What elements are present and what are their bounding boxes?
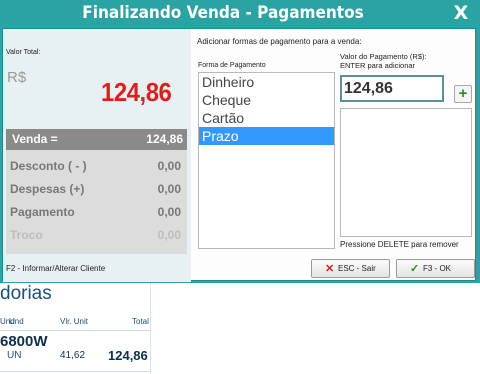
- payment-value-label-line1: Valor do Pagamento (R$):: [340, 52, 427, 61]
- payment-value-input[interactable]: 124,86: [340, 75, 444, 102]
- add-payment-button[interactable]: +: [454, 85, 472, 103]
- expenses-value: 0,00: [157, 182, 181, 196]
- dialog-body: Valor Total: R$ 124,86 Venda = 124,86 De…: [2, 28, 476, 282]
- expenses-row: Despesas (+) 0,00: [10, 182, 184, 196]
- payment-forms-label: Forma de Pagamento: [198, 62, 266, 69]
- item-unit-price: 41,62: [60, 350, 86, 361]
- change-row: Troco 0,00: [10, 228, 184, 242]
- row-divider: [0, 371, 150, 372]
- column-divider: [0, 330, 150, 331]
- discount-row: Desconto ( - ) 0,00: [10, 159, 184, 173]
- payment-row: Pagamento 0,00: [10, 205, 184, 219]
- total-value: 124,86: [101, 77, 172, 107]
- change-label: Troco: [10, 228, 43, 242]
- payment-form-dinheiro[interactable]: Dinheiro: [199, 73, 334, 91]
- background-section-title: dorias: [0, 283, 52, 304]
- esc-exit-label: ESC - Sair: [338, 264, 376, 273]
- payment-value-label: Valor do Pagamento (R$): ENTER para adic…: [340, 52, 427, 70]
- payment-label: Pagamento: [10, 205, 75, 219]
- column-total: Total: [132, 317, 149, 326]
- payments-section-title: Adicionar formas de pagamento para a ven…: [197, 37, 362, 46]
- payment-form-cartao[interactable]: Cartão: [199, 109, 334, 127]
- payment-value-label-line2: ENTER para adicionar: [340, 61, 416, 70]
- sale-row: Venda = 124,86: [6, 129, 187, 150]
- sale-label: Venda =: [12, 132, 58, 146]
- discount-label: Desconto ( - ): [10, 159, 87, 173]
- check-icon: ✓: [410, 263, 420, 275]
- sale-value: 124,86: [146, 132, 183, 146]
- dialog-title: Finalizando Venda - Pagamentos: [82, 3, 364, 23]
- x-icon: ✕: [325, 263, 335, 275]
- title-bar: Finalizando Venda - Pagamentos X: [0, 0, 480, 27]
- item-unit: UN: [7, 350, 22, 361]
- column-unit-price: Vlr. Unit: [60, 317, 89, 326]
- close-icon[interactable]: X: [450, 2, 472, 24]
- payment-forms-list[interactable]: Dinheiro Cheque Cartão Prazo: [198, 72, 335, 249]
- f3-ok-label: F3 - OK: [423, 264, 452, 273]
- f3-ok-button[interactable]: ✓ F3 - OK: [396, 259, 475, 278]
- expenses-label: Despesas (+): [10, 182, 85, 196]
- plus-icon: +: [458, 85, 468, 102]
- item-total: 124,86: [108, 348, 148, 363]
- payment-dialog: Finalizando Venda - Pagamentos X Valor T…: [0, 0, 480, 283]
- payment-form-prazo[interactable]: Prazo: [199, 127, 334, 145]
- added-payments-list[interactable]: [340, 108, 472, 237]
- payment-form-cheque[interactable]: Cheque: [199, 91, 334, 109]
- client-shortcut-hint: F2 - Informar/Alterar Cliente: [6, 264, 106, 273]
- column-und-2: Und: [9, 317, 24, 326]
- panel-divider: [150, 283, 151, 374]
- change-value: 0,00: [157, 228, 181, 242]
- item-product: 6800W: [0, 333, 48, 350]
- payment-value: 0,00: [157, 205, 181, 219]
- esc-exit-button[interactable]: ✕ ESC - Sair: [311, 259, 390, 278]
- delete-hint: Pressione DELETE para remover: [340, 240, 459, 249]
- total-label: Valor Total:: [6, 49, 41, 56]
- currency-symbol: R$: [7, 69, 27, 86]
- summary-panel: Valor Total: R$ 124,86 Venda = 124,86 De…: [3, 29, 191, 282]
- discount-value: 0,00: [157, 159, 181, 173]
